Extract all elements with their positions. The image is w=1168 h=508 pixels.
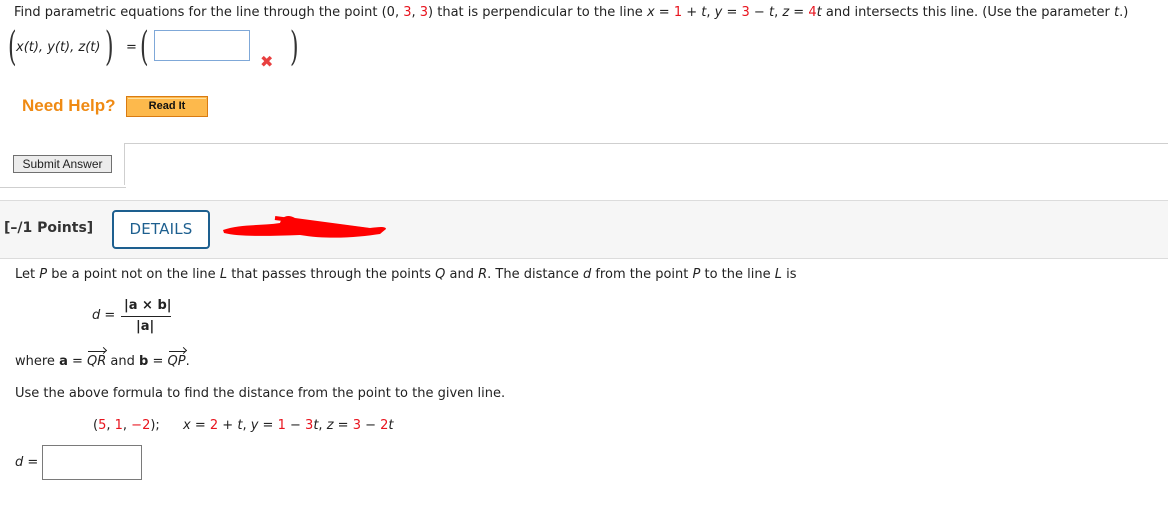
text-segment: = [789, 5, 809, 20]
text-segment: + [682, 5, 702, 20]
submit-answer-button[interactable]: Submit Answer [13, 155, 112, 173]
period: . [185, 354, 190, 369]
math-variable: L [774, 267, 782, 282]
value-number: 3 [741, 5, 750, 20]
fraction-bar [121, 316, 171, 317]
value-number: 3 [403, 5, 412, 20]
vector-definitions: where a = QR and b = QP. [15, 351, 190, 369]
text-segment: from the point [591, 267, 693, 282]
value-number: 3 [419, 5, 429, 20]
text-segment: − [749, 5, 769, 20]
equals-a: = [67, 354, 88, 369]
text-segment: , [122, 418, 132, 433]
redaction-scribble [220, 210, 390, 244]
where-prefix: where [15, 354, 60, 369]
text-segment: and [445, 267, 479, 282]
math-variable: d [582, 267, 592, 282]
value-number: −2 [131, 418, 151, 433]
math-variable: x [646, 5, 655, 20]
text-segment: , [706, 5, 715, 20]
question-2-intro: Let P be a point not on the line L that … [15, 267, 797, 282]
value-number: 1 [277, 418, 286, 433]
text-segment: = [190, 418, 210, 433]
vector-qp: QP [167, 351, 186, 369]
text-segment: , [106, 418, 115, 433]
vector-qr: QR [87, 351, 107, 369]
text-segment: . The distance [487, 267, 583, 282]
math-variable: x [183, 418, 191, 433]
formula-var-d: d [92, 308, 101, 323]
panel-border-bottom [0, 187, 126, 188]
formula-lhs: d = [92, 308, 115, 323]
text-segment: , [394, 5, 404, 20]
left-paren-rhs: ( [140, 24, 149, 70]
distance-answer-input[interactable] [42, 445, 142, 480]
value-number: 2 [209, 418, 219, 433]
math-variable: P [39, 267, 48, 282]
text-segment: = [258, 418, 278, 433]
text-segment: − [360, 418, 381, 433]
formula-numerator: |a × b| [124, 298, 172, 313]
panel-border-top [124, 143, 1168, 144]
equals-b: = [148, 354, 168, 369]
redaction-scribble-svg [223, 215, 386, 238]
math-variable: L [219, 267, 228, 282]
text-segment: − [285, 418, 306, 433]
formula-denominator: |a| [136, 319, 155, 334]
text-segment: Find parametric equations for the line t… [14, 5, 387, 20]
math-variable: R [478, 267, 488, 282]
text-segment: , [411, 5, 420, 20]
text-segment: .) [1119, 5, 1129, 20]
incorrect-x-icon: ✖ [260, 52, 274, 71]
lhs-text: x(t), y(t), z(t) [16, 40, 101, 55]
vector-b: b [139, 354, 149, 369]
text-segment: to the line [700, 267, 775, 282]
need-help-label: Need Help? [22, 96, 116, 115]
given-point: (5, 1, −2); [93, 418, 160, 433]
value-number: 1 [673, 5, 683, 20]
text-segment: , [318, 418, 327, 433]
text-segment: be a point not on the line [47, 267, 220, 282]
text-segment: ) that is perpendicular to the line [428, 5, 647, 20]
and-text: and [106, 354, 140, 369]
text-segment: ); [150, 418, 160, 433]
right-paren-rhs: ) [290, 24, 299, 70]
value-number: 1 [114, 418, 123, 433]
answer-label: d = [15, 455, 38, 470]
question-1-prompt: Find parametric equations for the line t… [14, 5, 1128, 20]
text-segment: + [218, 418, 238, 433]
math-variable: z [326, 418, 334, 433]
text-segment: = [654, 5, 674, 20]
given-line: x = 2 + t, y = 1 − 3t, z = 3 − 2t [183, 418, 394, 433]
details-button[interactable]: DETAILS [112, 210, 210, 249]
value-number: 3 [352, 418, 361, 433]
math-variable: Q [435, 267, 446, 282]
lhs-expression: x(t), y(t), z(t) [16, 40, 100, 55]
parametric-answer-input[interactable] [154, 30, 250, 61]
read-it-button[interactable]: Read It [126, 96, 208, 117]
math-variable: t [388, 418, 394, 433]
equals-sign: = [126, 40, 137, 55]
text-segment: is [781, 267, 797, 282]
right-paren-lhs: ) [105, 24, 114, 70]
text-segment: = [333, 418, 353, 433]
distance-formula: d = |a × b| |a| [92, 298, 182, 338]
text-segment: , [242, 418, 251, 433]
panel-border-left [124, 143, 125, 185]
points-label: [–/1 Points] [4, 220, 94, 236]
text-segment: that passes through the points [227, 267, 436, 282]
formula-equals: = [104, 308, 116, 323]
answer-label-eq: = [23, 455, 39, 470]
value-number: 4 [808, 5, 817, 20]
vector-a: a [59, 354, 68, 369]
submit-panel [0, 143, 1168, 188]
text-segment: = [722, 5, 742, 20]
text-segment: Let [15, 267, 40, 282]
text-segment: and intersects this line. (Use the param… [821, 5, 1114, 20]
instruction-text: Use the above formula to find the distan… [15, 386, 506, 401]
text-segment: 0 [386, 5, 395, 20]
